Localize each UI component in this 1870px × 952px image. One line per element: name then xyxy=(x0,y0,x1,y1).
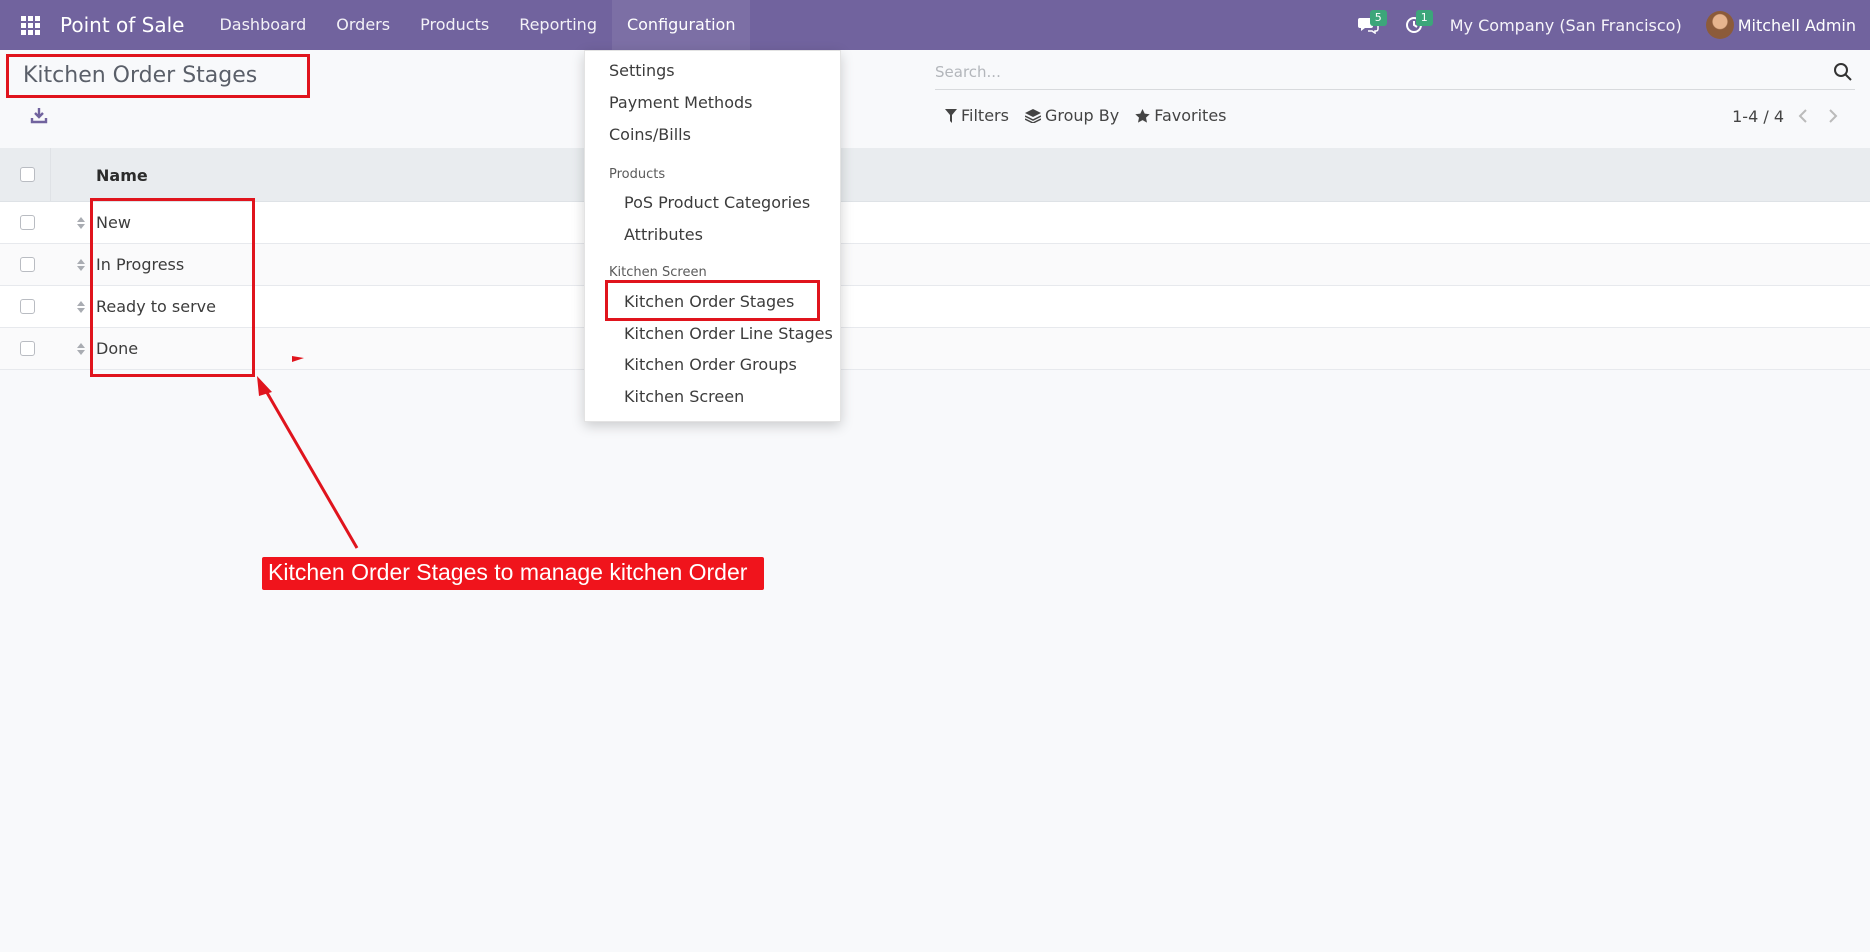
list-view: Name New In Progress Ready to serve Done xyxy=(0,148,1870,370)
menu-products[interactable]: Products xyxy=(405,0,504,50)
drag-handle-icon[interactable] xyxy=(76,216,86,230)
chevron-right-icon xyxy=(1829,109,1838,123)
groupby-button[interactable]: Group By xyxy=(1024,106,1120,125)
company-switcher[interactable]: My Company (San Francisco) xyxy=(1440,16,1706,35)
filter-icon xyxy=(945,108,957,123)
search-options: Filters Group By Favorites xyxy=(945,106,1243,125)
search-bar xyxy=(935,58,1855,90)
table-row[interactable]: Done xyxy=(0,328,1870,370)
row-checkbox[interactable] xyxy=(20,299,35,314)
menu-kitchen-order-stages[interactable]: Kitchen Order Stages xyxy=(624,292,794,311)
user-name: Mitchell Admin xyxy=(1737,15,1856,35)
annotation-arrow xyxy=(257,356,359,549)
menu-reporting[interactable]: Reporting xyxy=(504,0,612,50)
table-row[interactable]: New xyxy=(0,202,1870,244)
menu-configuration[interactable]: Configuration xyxy=(611,0,751,50)
names-highlight-box xyxy=(90,198,255,377)
column-separator xyxy=(50,148,51,202)
table-row[interactable]: In Progress xyxy=(0,244,1870,286)
section-header-kitchen-screen: Kitchen Screen xyxy=(609,265,707,280)
filters-label: Filters xyxy=(961,106,1009,125)
pager: 1-4 / 4 xyxy=(1732,106,1844,126)
user-menu[interactable]: Mitchell Admin xyxy=(1705,11,1870,39)
activities-badge: 1 xyxy=(1415,10,1433,26)
menu-kitchen-order-line-stages[interactable]: Kitchen Order Line Stages xyxy=(624,324,833,343)
select-all-checkbox[interactable] xyxy=(20,167,35,182)
annotation-callout: Kitchen Order Stages to manage kitchen O… xyxy=(262,557,764,590)
table-row[interactable]: Ready to serve xyxy=(0,286,1870,328)
row-checkbox[interactable] xyxy=(20,257,35,272)
drag-handle-icon[interactable] xyxy=(76,258,86,272)
groupby-label: Group By xyxy=(1044,106,1120,125)
menu-dashboard[interactable]: Dashboard xyxy=(204,0,321,50)
activities-button[interactable]: 1 xyxy=(1394,0,1434,50)
search-icon[interactable] xyxy=(1833,62,1853,82)
search-input[interactable] xyxy=(935,58,1795,86)
filters-button[interactable]: Filters xyxy=(945,106,1009,125)
pager-next[interactable] xyxy=(1822,106,1844,126)
drag-handle-icon[interactable] xyxy=(76,300,86,314)
menu-payment-methods[interactable]: Payment Methods xyxy=(609,93,752,112)
avatar xyxy=(1705,11,1734,39)
menu-pos-product-categories[interactable]: PoS Product Categories xyxy=(624,193,810,212)
star-icon xyxy=(1135,108,1150,123)
menu-kitchen-order-groups[interactable]: Kitchen Order Groups xyxy=(624,355,797,374)
download-icon[interactable] xyxy=(30,106,48,124)
menu-kitchen-screen[interactable]: Kitchen Screen xyxy=(624,387,744,406)
column-header-name[interactable]: Name xyxy=(96,166,148,185)
favorites-button[interactable]: Favorites xyxy=(1135,106,1227,125)
chevron-left-icon xyxy=(1798,109,1807,123)
menu-coins-bills[interactable]: Coins/Bills xyxy=(609,125,691,144)
drag-handle-icon[interactable] xyxy=(76,342,86,356)
apps-menu-icon[interactable] xyxy=(0,0,60,50)
pager-previous[interactable] xyxy=(1792,106,1814,126)
list-header: Name xyxy=(0,148,1870,202)
menu-settings[interactable]: Settings xyxy=(609,61,675,80)
row-checkbox[interactable] xyxy=(20,341,35,356)
pager-value[interactable]: 1-4 / 4 xyxy=(1732,107,1784,126)
row-checkbox[interactable] xyxy=(20,215,35,230)
page-title: Kitchen Order Stages xyxy=(23,63,258,88)
messages-button[interactable]: 5 xyxy=(1348,0,1388,50)
page-title-highlight: Kitchen Order Stages xyxy=(6,54,310,98)
top-navbar: Point of Sale Dashboard Orders Products … xyxy=(0,0,1870,50)
app-brand[interactable]: Point of Sale xyxy=(60,13,184,37)
layers-icon xyxy=(1024,108,1041,123)
configuration-dropdown: Settings Payment Methods Coins/Bills Pro… xyxy=(584,50,841,422)
menu-orders[interactable]: Orders xyxy=(321,0,405,50)
favorites-label: Favorites xyxy=(1154,106,1227,125)
menu-attributes[interactable]: Attributes xyxy=(624,225,703,244)
messages-badge: 5 xyxy=(1369,10,1387,26)
section-header-products: Products xyxy=(609,167,666,182)
